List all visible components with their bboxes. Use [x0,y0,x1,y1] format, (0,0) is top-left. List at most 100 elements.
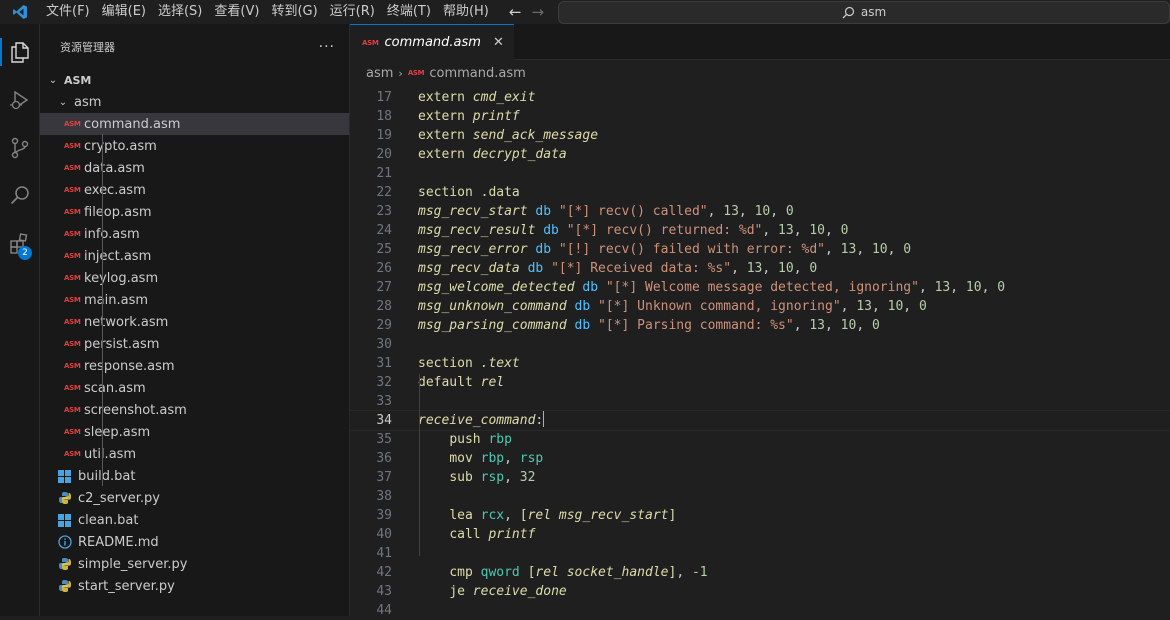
tree-folder-asm[interactable]: ⌄ asm [40,91,349,113]
tree-root-asm[interactable]: ⌄ ASM [40,69,349,91]
code-line[interactable]: 37 sub rsp, 32 [350,468,1170,487]
code-token: , [825,318,841,333]
tab-command-asm[interactable]: ASM command.asm ✕ [350,24,514,60]
code-line[interactable]: 20 extern decrypt_data [350,145,1170,164]
code-line[interactable]: 26 msg_recv_data db "[*] Received data: %… [350,259,1170,278]
code-line[interactable]: 38 [350,487,1170,506]
menu-item[interactable]: 编辑(E) [96,0,152,24]
code-editor[interactable]: 17 extern cmd_exit 18 extern printf 19 extern… [349,88,1170,618]
code-line[interactable]: 33 [350,392,1170,411]
menu-item[interactable]: 查看(V) [208,0,265,24]
code-line[interactable]: 32 default rel [350,373,1170,392]
code-token: -1 [691,565,708,580]
code-line[interactable]: 23 msg_recv_start db "[*] recv() called",… [350,202,1170,221]
file-item[interactable]: build.bat [40,465,349,487]
file-item[interactable]: ASM exec.asm [40,179,349,201]
menu-item[interactable]: 终端(T) [381,0,437,24]
file-item[interactable]: ASM util.asm [40,443,349,465]
file-item[interactable]: ASM info.asm [40,223,349,245]
file-item[interactable]: ASM response.asm [40,355,349,377]
code-token: , [950,280,966,295]
file-item[interactable]: ASM main.asm [40,289,349,311]
arrow-left-icon[interactable]: ← [509,3,522,21]
file-item[interactable]: ASM screenshot.asm [40,399,349,421]
code-token: mov [449,451,481,466]
asm-file-icon: ASM [362,38,379,47]
file-item[interactable]: ASM data.asm [40,157,349,179]
command-center-search[interactable]: asm [558,0,1170,24]
code-line[interactable]: 44 [350,601,1170,620]
code-line[interactable]: 39 lea rcx, [rel msg_recv_start] [350,506,1170,525]
vscode-logo-icon[interactable] [0,0,40,24]
more-actions-icon[interactable]: ··· [319,39,335,55]
code-token: msg_parsing_command [418,318,567,333]
breadcrumb-file[interactable]: command.asm [429,66,525,81]
file-item[interactable]: ASM command.asm [40,113,349,135]
code-line[interactable]: 30 [350,335,1170,354]
line-text: msg_parsing_command db "[*] Parsing comm… [418,316,880,335]
run-debug-activity[interactable] [0,82,40,118]
code-line[interactable]: 28 msg_unknown_command db "[*] Unknown co… [350,297,1170,316]
file-item[interactable]: ASM keylog.asm [40,267,349,289]
title-bar: 文件(F) 编辑(E) 选择(S) 查看(V) 转到(G) 运行(R) 终端(T) 帮助(H)… [0,0,1170,24]
source-control-activity[interactable] [0,130,40,166]
file-item[interactable]: ASM inject.asm [40,245,349,267]
search-activity[interactable] [0,178,40,214]
code-line[interactable]: 43 je receive_done [350,582,1170,601]
menu-item[interactable]: 文件(F) [40,0,96,24]
code-line[interactable]: 31 section .text [350,354,1170,373]
menu-item[interactable]: 转到(G) [265,0,323,24]
code-line[interactable]: 27 msg_welcome_detected db "[*] Welcome m… [350,278,1170,297]
file-item[interactable]: simple_server.py [40,553,349,575]
code-token: "[!] recv() failed with error: %d" [558,242,825,257]
file-item[interactable]: clean.bat [40,509,349,531]
code-line[interactable]: 40 call printf [350,525,1170,544]
code-line[interactable]: 34 receive_command: [349,410,1170,431]
code-token: 13 [856,299,872,314]
code-line[interactable]: 41 [350,544,1170,563]
code-line[interactable]: 36 mov rbp, rsp [350,449,1170,468]
code-line[interactable]: 18 extern printf [350,107,1170,126]
explorer-activity[interactable] [0,34,40,70]
code-line[interactable]: 17 extern cmd_exit [350,88,1170,107]
python-icon [58,557,76,571]
line-number: 21 [376,166,392,181]
file-item[interactable]: ASM network.asm [40,311,349,333]
arrow-right-icon[interactable]: → [531,3,544,21]
code-line[interactable]: 24 msg_recv_result db "[*] recv() returne… [350,221,1170,240]
file-item[interactable]: ASM scan.asm [40,377,349,399]
code-token: msg_welcome_detected [418,280,575,295]
line-number: 20 [376,147,392,162]
code-line[interactable]: 42 cmp qword [rel socket_handle], -1 [350,563,1170,582]
breadcrumb-folder[interactable]: asm [366,66,393,81]
code-token: , [504,508,520,523]
code-line[interactable]: 25 msg_recv_error db "[!] recv() failed w… [350,240,1170,259]
code-line[interactable]: 21 [350,164,1170,183]
menu-item[interactable]: 帮助(H) [437,0,495,24]
file-item[interactable]: ASM persist.asm [40,333,349,355]
code-line[interactable]: 35 push rbp [350,430,1170,449]
code-token: printf [488,527,536,542]
line-number: 33 [376,394,392,409]
file-item[interactable]: ASM fileop.asm [40,201,349,223]
file-item[interactable]: ASM crypto.asm [40,135,349,157]
code-line[interactable]: 29 msg_parsing_command db "[*] Parsing co… [350,316,1170,335]
code-line[interactable]: 19 extern send_ack_message [350,126,1170,145]
file-item[interactable]: c2_server.py [40,487,349,509]
text-cursor [543,411,545,427]
file-item[interactable]: README.md [40,531,349,553]
file-item[interactable]: ASM sleep.asm [40,421,349,443]
menu-item[interactable]: 运行(R) [324,0,381,24]
file-label: screenshot.asm [84,402,187,418]
code-token: section [418,185,481,200]
close-icon[interactable]: ✕ [493,35,504,50]
extensions-activity[interactable]: 2 [0,226,40,262]
code-line[interactable]: 22 section .data [350,183,1170,202]
file-item[interactable]: start_server.py [40,575,349,597]
menu-item[interactable]: 选择(S) [152,0,208,24]
tab-label: command.asm [384,35,481,50]
